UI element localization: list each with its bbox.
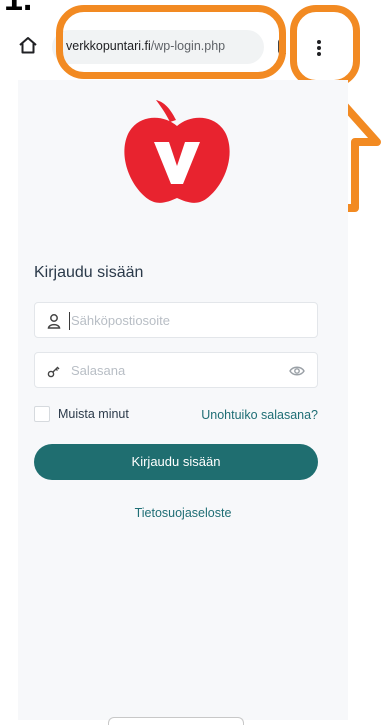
password-field[interactable]: Salasana — [34, 352, 318, 388]
key-icon — [47, 366, 60, 378]
privacy-policy-link[interactable]: Tietosuojaseloste — [18, 506, 348, 520]
password-placeholder: Salasana — [71, 363, 126, 378]
screenshot: 1. verkkopuntari.fi/wp-login.php Kirjaud… — [0, 0, 387, 728]
remember-me-label[interactable]: Muista minut — [58, 407, 129, 421]
email-field[interactable]: Sähköpostiosoite — [34, 302, 318, 338]
step-number: 1. — [4, 0, 32, 19]
menu-highlight — [290, 5, 360, 87]
bottom-sheet-handle[interactable] — [108, 717, 244, 725]
login-page: Kirjaudu sisään Sähköpostiosoite Salasan… — [18, 80, 348, 720]
login-title: Kirjaudu sisään — [34, 264, 144, 281]
text-caret — [69, 312, 70, 330]
login-button[interactable]: Kirjaudu sisään — [34, 444, 318, 480]
home-icon[interactable] — [18, 36, 38, 54]
address-bar-highlight — [56, 5, 286, 79]
forgot-password-link[interactable]: Unohtuiko salasana? — [201, 408, 318, 422]
apple-v-logo-icon — [124, 100, 230, 203]
user-icon — [47, 314, 61, 329]
email-placeholder: Sähköpostiosoite — [71, 313, 171, 328]
eye-icon[interactable] — [289, 364, 305, 378]
remember-me-checkbox[interactable] — [34, 406, 50, 422]
